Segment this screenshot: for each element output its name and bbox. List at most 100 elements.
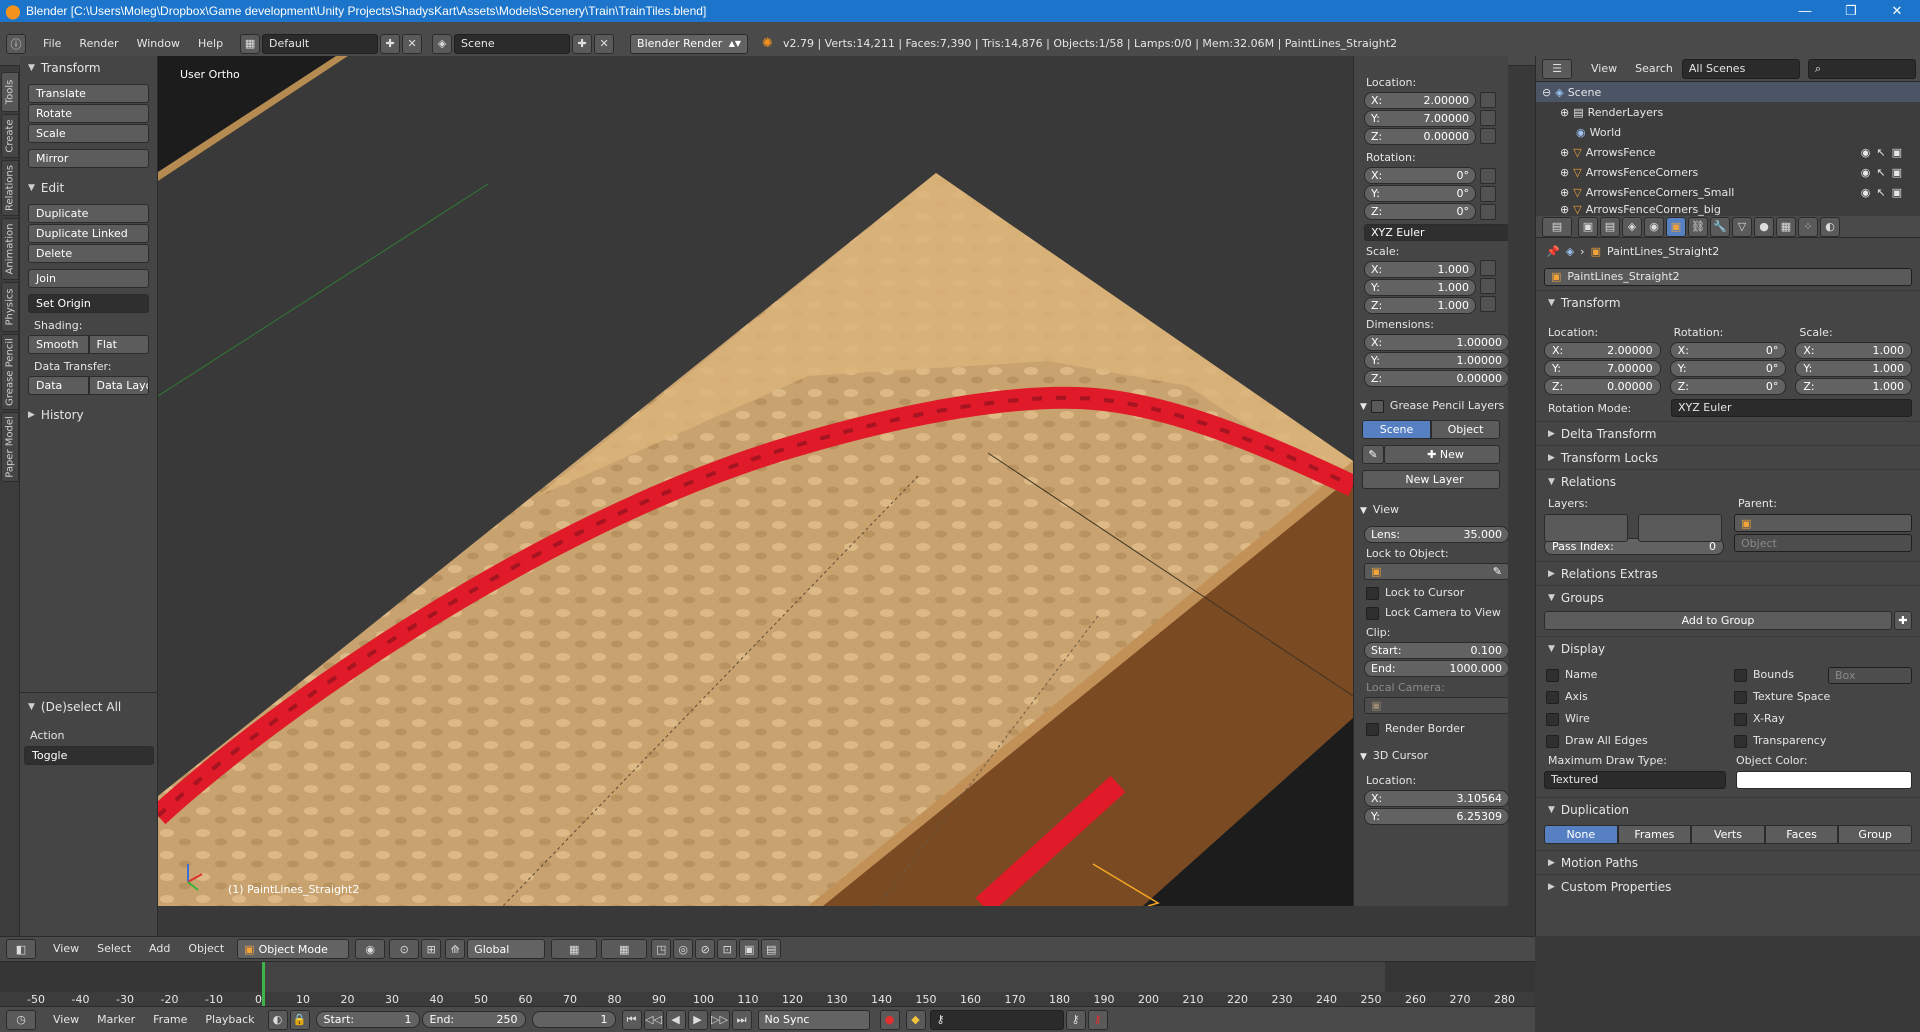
lock-camera-checkbox[interactable] (1366, 606, 1379, 620)
scene-field[interactable]: Scene (454, 33, 571, 54)
cursor-icon[interactable]: ↖ (1876, 146, 1885, 159)
timeline-editor-icon[interactable]: ◷ (6, 1009, 36, 1030)
frame-end-field[interactable]: End: 250 (421, 1011, 526, 1028)
dup-group-button[interactable]: Group (1838, 825, 1912, 844)
scene-add-icon[interactable]: ✚ (572, 33, 593, 54)
tab-relations[interactable]: Relations (1, 160, 19, 216)
manipulator-icon[interactable]: ⊞ (421, 939, 442, 959)
panel-edit-header[interactable]: ▼ Edit (20, 178, 157, 198)
action-dropdown[interactable]: Toggle (24, 746, 154, 765)
lock-object-field[interactable]: ▣ ✎ (1364, 563, 1508, 580)
pp-rotation-x[interactable]: X: 0° (1669, 342, 1787, 359)
lock-cursor-option[interactable]: Lock to Cursor (1354, 584, 1508, 601)
translate-button[interactable]: Translate (28, 84, 149, 103)
render-tab-icon[interactable]: ▣ (1578, 216, 1598, 237)
scene-icon[interactable]: ◈ (432, 33, 453, 54)
dup-verts-button[interactable]: Verts (1691, 825, 1765, 844)
dup-faces-button[interactable]: Faces (1764, 825, 1839, 844)
lock-icon[interactable] (1480, 204, 1496, 220)
pp-scale-z[interactable]: Z: 1.000 (1795, 378, 1913, 395)
data-button[interactable]: Data (28, 376, 89, 395)
pp-scale-y[interactable]: Y: 1.000 (1795, 360, 1913, 377)
location-x-field[interactable]: X: 2.00000 (1364, 92, 1476, 109)
rotation-mode-dropdown[interactable]: XYZ Euler (1364, 224, 1508, 241)
keying-icon[interactable]: ◆ (905, 1009, 926, 1030)
render-still-icon[interactable]: ▣ (739, 939, 760, 959)
add-to-group-button[interactable]: Add to Group (1544, 611, 1892, 630)
render-engine-select[interactable]: Blender Render ▲▼ (630, 33, 749, 54)
vp-menu-object[interactable]: Object (179, 939, 233, 959)
lock-icon[interactable] (1480, 278, 1496, 294)
snap-target-icon[interactable]: ⊡ (717, 939, 738, 959)
lock-icon[interactable] (1480, 128, 1496, 144)
cursor-icon[interactable]: ↖ (1876, 166, 1885, 179)
menu-window[interactable]: Window (128, 34, 189, 54)
maximize-button[interactable]: ❐ (1828, 0, 1874, 22)
outliner-row-scene[interactable]: ⊖ ◈ Scene (1536, 82, 1920, 102)
eye-icon[interactable]: ◉ (1861, 146, 1871, 159)
outliner-menu-view[interactable]: View (1582, 59, 1626, 79)
pp-location-z[interactable]: Z: 0.00000 (1544, 378, 1661, 395)
3d-viewport[interactable]: User Ortho (1) PaintLines_Straight2 (158, 56, 1353, 906)
display-header[interactable]: ▼ Display (1536, 636, 1920, 660)
vp-menu-select[interactable]: Select (88, 939, 140, 959)
camera-icon[interactable]: ▣ (1892, 146, 1902, 159)
info-editor-type-icon[interactable]: ⓘ (6, 33, 26, 54)
scale-button[interactable]: Scale (28, 124, 149, 143)
checkbox[interactable] (1546, 690, 1559, 704)
grease-pencil-checkbox[interactable] (1370, 399, 1384, 413)
play-icon[interactable]: ▶ (687, 1009, 708, 1030)
orientation-dropdown[interactable]: Global (467, 939, 546, 959)
jump-keyframe-back-icon[interactable]: ◁◁ (643, 1009, 664, 1030)
checkbox[interactable] (1546, 712, 1559, 726)
object-tab-icon[interactable]: ▣ (1666, 216, 1686, 237)
rotation-y-field[interactable]: Y: 0° (1364, 185, 1476, 202)
dup-none-button[interactable]: None (1544, 825, 1618, 844)
constraints-tab-icon[interactable]: ⛓ (1688, 216, 1708, 237)
layout-add-icon[interactable]: ✚ (380, 33, 401, 54)
rotation-mode-dropdown[interactable]: XYZ Euler (1671, 399, 1912, 417)
object-color-swatch[interactable] (1736, 771, 1912, 789)
location-y-field[interactable]: Y: 7.00000 (1364, 110, 1476, 127)
properties-editor-icon[interactable]: ▤ (1542, 216, 1572, 237)
data-layout-button[interactable]: Data Layo (88, 376, 149, 395)
preview-range-icon[interactable]: ◐ (267, 1009, 288, 1030)
dup-frames-button[interactable]: Frames (1617, 825, 1692, 844)
groups-header[interactable]: ▼ Groups (1536, 585, 1920, 609)
tab-grease-pencil[interactable]: Grease Pencil (1, 334, 19, 410)
gp-new-button[interactable]: ✚ New (1384, 445, 1500, 464)
display-axis-option[interactable]: Axis (1546, 686, 1734, 708)
render-anim-icon[interactable]: ▤ (761, 939, 782, 959)
lock-icon[interactable] (1480, 260, 1496, 276)
duplication-header[interactable]: ▼ Duplication (1536, 797, 1920, 821)
mode-dropdown[interactable]: ▣ Object Mode (237, 939, 350, 959)
tab-animation[interactable]: Animation (1, 218, 19, 280)
renderlayer-tab-icon[interactable]: ▤ (1600, 216, 1620, 237)
display-xray-option[interactable]: X-Ray (1734, 708, 1912, 730)
gp-scene-tab[interactable]: Scene (1362, 420, 1431, 439)
keying-set-field[interactable]: ⚷ (929, 1009, 1064, 1030)
relations-header[interactable]: ▼ Relations (1536, 469, 1920, 493)
pin-icon[interactable]: 📌 (1546, 245, 1560, 258)
display-bounds-option[interactable]: Bounds Box (1734, 664, 1912, 686)
minimize-button[interactable]: — (1782, 0, 1828, 22)
scale-y-field[interactable]: Y: 1.000 (1364, 279, 1476, 296)
outliner-row-arrowsfencecorners[interactable]: ⊕ ▽ ArrowsFenceCorners ◉ ↖ ▣ (1536, 162, 1920, 182)
lock-icon[interactable] (1480, 110, 1496, 126)
tab-create[interactable]: Create (1, 114, 19, 158)
tl-menu-marker[interactable]: Marker (88, 1010, 144, 1030)
render-border-checkbox[interactable] (1366, 722, 1379, 736)
sync-dropdown[interactable]: No Sync (757, 1009, 870, 1030)
dimension-x-field[interactable]: X: 1.00000 (1364, 334, 1508, 351)
grease-pencil-header[interactable]: ▼ Grease Pencil Layers (1354, 397, 1508, 414)
outliner-editor-icon[interactable]: ☰ (1542, 58, 1572, 79)
scene-tab-icon[interactable]: ◈ (1622, 216, 1642, 237)
display-transparency-option[interactable]: Transparency (1734, 730, 1912, 752)
layout-grid-icon[interactable]: ▦ (240, 33, 261, 54)
delete-button[interactable]: Delete (28, 244, 149, 263)
lock-icon[interactable] (1480, 92, 1496, 108)
lock-icon[interactable] (1480, 296, 1496, 312)
render-border-option[interactable]: Render Border (1354, 720, 1508, 737)
dimension-y-field[interactable]: Y: 1.00000 (1364, 352, 1508, 369)
proportional-edit-icon[interactable]: ◎ (673, 939, 694, 959)
